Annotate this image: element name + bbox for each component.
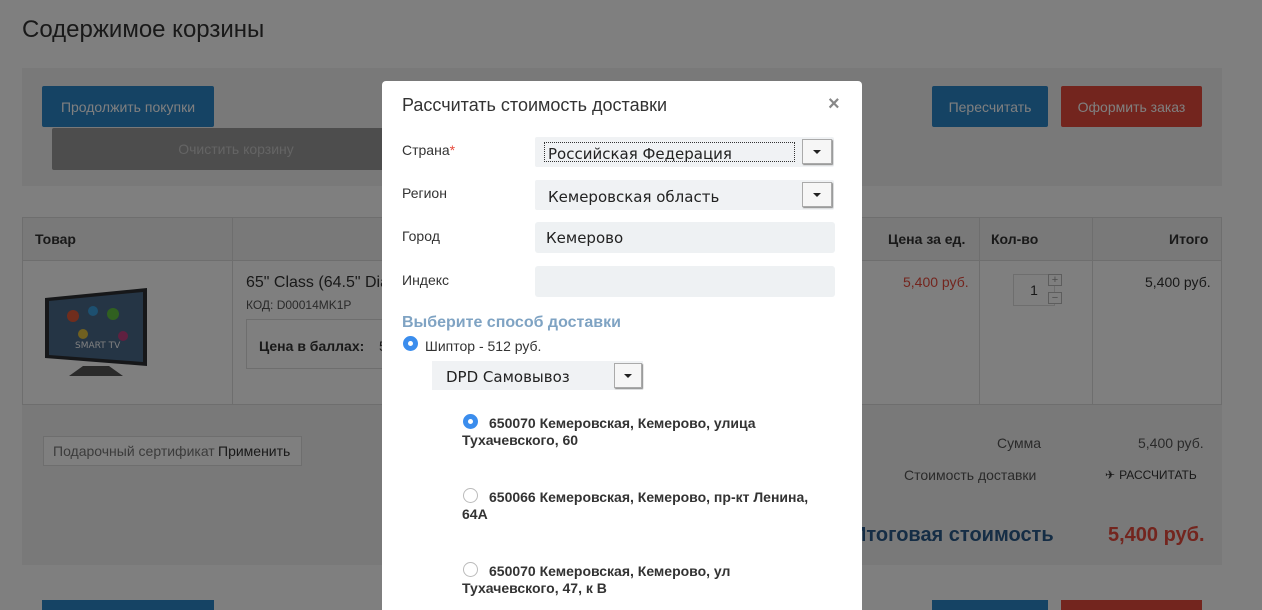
city-input[interactable]: Кемерово xyxy=(535,222,835,253)
pickup-point-line2: 64А xyxy=(462,506,488,522)
close-icon[interactable]: × xyxy=(828,93,840,116)
shipping-calc-modal: Рассчитать стоимость доставки × Страна* … xyxy=(382,81,862,610)
pickup-point-line1: 650066 Кемеровская, Кемерово, пр-кт Лени… xyxy=(489,489,809,505)
chevron-down-icon[interactable] xyxy=(802,182,832,207)
pickup-point-line1: 650070 Кемеровская, Кемерово, улица xyxy=(489,415,756,431)
carrier-select-value: DPD Самовывоз xyxy=(446,368,570,386)
delivery-option-label[interactable]: Шиптор - 512 руб. xyxy=(425,338,541,354)
country-select[interactable]: Российская Федерация xyxy=(535,137,834,167)
delivery-method-title: Выберите способ доставки xyxy=(402,314,621,331)
index-label: Индекс xyxy=(402,272,450,288)
region-select[interactable]: Кемеровская область xyxy=(535,180,834,210)
chevron-down-icon[interactable] xyxy=(614,363,642,388)
country-select-value: Российская Федерация xyxy=(548,145,732,163)
region-label: Регион xyxy=(402,185,447,201)
modal-title: Рассчитать стоимость доставки xyxy=(402,95,668,115)
pickup-point-line2: Тухачевского, 60 xyxy=(462,432,579,448)
pickup-point-option[interactable]: 650066 Кемеровская, Кемерово, пр-кт Лени… xyxy=(462,489,832,523)
postal-index-input[interactable] xyxy=(535,266,835,297)
country-label-text: Страна xyxy=(402,142,450,158)
carrier-select[interactable]: DPD Самовывоз xyxy=(432,361,643,390)
country-label: Страна* xyxy=(402,142,455,158)
pickup-point-option[interactable]: 650070 Кемеровская, Кемерово, улица Туха… xyxy=(462,415,832,449)
chevron-down-icon[interactable] xyxy=(802,139,832,164)
region-select-value: Кемеровская область xyxy=(548,188,720,206)
delivery-radio[interactable] xyxy=(403,336,418,351)
city-label: Город xyxy=(402,228,440,244)
pickup-point-option[interactable]: 650070 Кемеровская, Кемерово, ул Тухачев… xyxy=(462,563,832,597)
required-mark: * xyxy=(449,142,456,158)
pickup-point-line1: 650070 Кемеровская, Кемерово, ул xyxy=(489,563,731,579)
pickup-point-line2: Тухачевского, 47, к В xyxy=(462,580,607,596)
